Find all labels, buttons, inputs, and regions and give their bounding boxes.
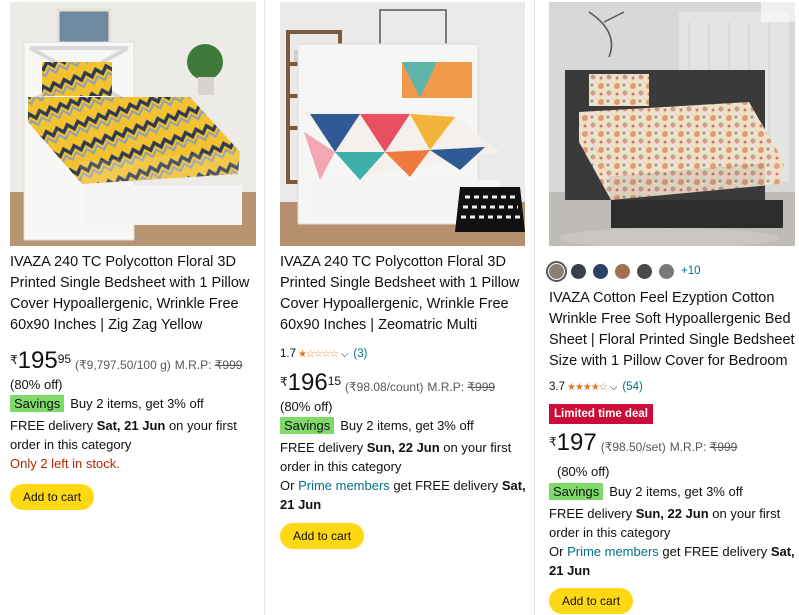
limited-time-deal-badge: Limited time deal xyxy=(549,404,653,424)
savings-badge: Savings xyxy=(10,395,65,412)
discount: (80% off) xyxy=(280,399,333,414)
discount: (80% off) xyxy=(557,464,610,479)
color-swatch[interactable] xyxy=(593,263,608,279)
star-rating-icon: ★★★★☆ xyxy=(567,381,608,393)
savings-text: Buy 2 items, get 3% off xyxy=(70,396,204,411)
mrp: M.R.P: ₹999 xyxy=(427,380,496,394)
color-swatch[interactable] xyxy=(637,263,652,279)
star-rating-icon: ★☆☆☆☆ xyxy=(298,348,339,360)
product-title[interactable]: IVAZA 240 TC Polycotton Floral 3D Printe… xyxy=(280,252,528,336)
prime-delivery-info: Or Prime members get FREE delivery Sat, … xyxy=(280,478,526,512)
price[interactable]: ₹ 195 95 xyxy=(10,348,71,374)
rating[interactable]: 3.7 ★★★★☆ ⌵ (54) xyxy=(549,380,795,394)
color-swatch[interactable] xyxy=(571,263,586,279)
color-swatches: +10 xyxy=(546,260,795,282)
product-image-3[interactable] xyxy=(549,2,795,246)
delivery-info: FREE delivery Sun, 22 Jun on your first … xyxy=(549,506,781,540)
color-swatch[interactable] xyxy=(546,260,567,282)
chevron-down-icon[interactable]: ⌵ xyxy=(341,349,349,360)
rating[interactable]: 1.7 ★☆☆☆☆ ⌵ (3) xyxy=(280,347,528,361)
savings-text: Buy 2 items, get 3% off xyxy=(340,418,474,433)
savings-badge: Savings xyxy=(280,417,335,434)
color-swatch[interactable] xyxy=(615,263,630,279)
price[interactable]: ₹ 197 xyxy=(549,430,597,456)
product-card-2: IVAZA 240 TC Polycotton Floral 3D Printe… xyxy=(270,0,534,615)
add-to-cart-button[interactable]: Add to cart xyxy=(10,484,95,510)
product-image-2[interactable] xyxy=(280,2,525,246)
prime-members-link[interactable]: Prime members xyxy=(298,478,390,493)
chevron-down-icon[interactable]: ⌵ xyxy=(610,382,618,393)
delivery-info: FREE delivery Sun, 22 Jun on your first … xyxy=(280,440,512,474)
add-to-cart-button[interactable]: Add to cart xyxy=(549,588,634,614)
divider xyxy=(264,0,265,615)
product-title[interactable]: IVAZA 240 TC Polycotton Floral 3D Printe… xyxy=(10,252,258,336)
color-swatch[interactable] xyxy=(659,263,674,279)
prime-delivery-info: Or Prime members get FREE delivery Sat, … xyxy=(549,544,795,578)
divider xyxy=(534,0,535,615)
product-card-1: IVAZA 240 TC Polycotton Floral 3D Printe… xyxy=(0,0,264,615)
unit-price: (₹98.50/set) xyxy=(600,440,666,454)
product-title[interactable]: IVAZA Cotton Feel Ezyption Cotton Wrinkl… xyxy=(549,288,795,372)
unit-price: (₹9,797.50/100 g) xyxy=(75,358,171,372)
discount: (80% off) xyxy=(10,377,63,392)
unit-price: (₹98.08/count) xyxy=(345,380,424,394)
mrp: M.R.P: ₹999 xyxy=(669,440,738,454)
savings-text: Buy 2 items, get 3% off xyxy=(609,484,743,499)
product-image-1[interactable] xyxy=(10,2,256,246)
stock-status: Only 2 left in stock. xyxy=(10,456,120,471)
delivery-info: FREE delivery Sat, 21 Jun on your first … xyxy=(10,418,237,452)
price[interactable]: ₹ 196 15 xyxy=(280,370,341,396)
rating-count[interactable]: (3) xyxy=(353,348,367,360)
savings-badge: Savings xyxy=(549,483,604,500)
rating-count[interactable]: (54) xyxy=(622,381,642,393)
add-to-cart-button[interactable]: Add to cart xyxy=(280,523,365,549)
more-colors-link[interactable]: +10 xyxy=(681,265,701,277)
product-card-3: +10 IVAZA Cotton Feel Ezyption Cotton Wr… xyxy=(540,0,799,615)
prime-members-link[interactable]: Prime members xyxy=(567,544,659,559)
mrp: M.R.P: ₹999 xyxy=(174,358,243,372)
